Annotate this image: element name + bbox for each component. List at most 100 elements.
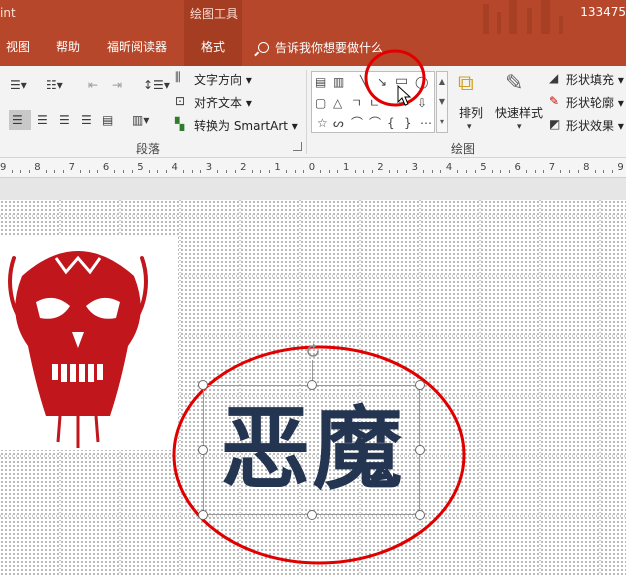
ruler-label: 9 — [617, 162, 624, 173]
arrange-icon[interactable]: ⧉ — [458, 72, 474, 96]
ruler-label: 1 — [274, 162, 281, 173]
horizontal-ruler: 9 8 7 6 5 4 3 2 1 0 1 2 3 4 5 6 7 8 9 — [0, 158, 626, 178]
decrease-indent-icon[interactable]: ⇤ — [88, 78, 98, 92]
slide-main-text[interactable]: 恶魔 — [204, 390, 421, 510]
tab-help[interactable]: 帮助 — [56, 38, 80, 55]
quick-styles-dropdown-icon[interactable]: ▾ — [517, 120, 522, 134]
align-center-icon[interactable]: ☰ — [37, 113, 48, 127]
ruler-label: 6 — [514, 162, 521, 173]
ruler-tick — [28, 170, 30, 173]
resize-handle-top-right[interactable] — [415, 380, 425, 390]
ruler-tick — [440, 170, 442, 173]
ruler-tick — [45, 170, 47, 173]
resize-handle-top-left[interactable] — [198, 380, 208, 390]
text-direction-icon[interactable]: ⫼ — [175, 70, 181, 84]
ruler-tick — [568, 170, 570, 173]
resize-handle-bottom-left[interactable] — [198, 510, 208, 520]
skull-image[interactable] — [0, 236, 178, 450]
rotate-handle-icon[interactable] — [304, 342, 322, 360]
shape-effects-icon[interactable]: ◩ — [549, 117, 560, 131]
resize-handle-middle-right[interactable] — [415, 445, 425, 455]
shape-effects-button[interactable]: 形状效果 ▾ — [566, 117, 624, 134]
ruler-label: 5 — [137, 162, 144, 173]
line-spacing-icon[interactable]: ↕☰▾ — [143, 78, 170, 92]
ruler-tick — [534, 170, 536, 173]
ruler-tick — [526, 170, 528, 173]
star-shape-icon[interactable]: ☆ — [317, 116, 328, 130]
tab-format[interactable]: 格式 — [184, 36, 242, 66]
text-direction-button[interactable]: 文字方向 ▾ — [194, 71, 252, 88]
search-icon — [258, 41, 269, 53]
title-decoration — [475, 0, 575, 34]
quick-styles-icon[interactable]: ✎ — [505, 72, 523, 96]
align-text-button[interactable]: 对齐文本 ▾ — [194, 94, 252, 111]
justify-icon[interactable]: ☰ — [81, 113, 92, 127]
ruler-label: 3 — [205, 162, 213, 173]
tab-view[interactable]: 视图 — [6, 38, 30, 55]
ruler-tick — [225, 170, 227, 173]
smartart-icon[interactable]: ▚ — [175, 117, 184, 131]
slide-gutter — [0, 178, 626, 200]
paragraph-group-label: 段落 — [136, 142, 161, 156]
ruler-tick — [217, 170, 219, 173]
ruler-tick — [500, 170, 502, 173]
annotation-circle-small — [364, 49, 426, 107]
shape-outline-icon[interactable]: ✎ — [549, 94, 559, 108]
freeform-shape-icon[interactable]: ᔕ — [333, 116, 344, 130]
ribbon: ☰▾ ☷▾ ⇤ ⇥ ↕☰▾ ⫼ 文字方向 ▾ ⊡ 对齐文本 ▾ ▚ 转换为 Sm… — [0, 66, 626, 158]
ruler-tick — [594, 170, 596, 173]
align-text-icon[interactable]: ⊡ — [175, 94, 185, 108]
ruler-tick — [406, 170, 408, 173]
ruler-tick — [423, 170, 425, 173]
ruler-tick — [63, 170, 65, 173]
align-right-icon[interactable]: ☰ — [59, 113, 70, 127]
columns-icon[interactable]: ▥▾ — [132, 113, 149, 127]
ruler-label: 5 — [480, 162, 487, 173]
numbering-icon[interactable]: ☷▾ — [46, 78, 63, 92]
ruler-label: 7 — [68, 162, 75, 173]
window-title-fragment: int — [0, 6, 16, 20]
shape-outline-button[interactable]: 形状轮廓 ▾ — [566, 94, 624, 111]
resize-handle-bottom-right[interactable] — [415, 510, 425, 520]
ruler-tick — [560, 170, 562, 173]
ruler-tick — [431, 170, 433, 173]
ruler-label: 1 — [343, 162, 350, 173]
ruler-tick — [320, 170, 322, 173]
increase-indent-icon[interactable]: ⇥ — [112, 78, 122, 92]
triangle-shape-icon[interactable]: △ — [333, 96, 342, 110]
shape-fill-icon[interactable]: ◢ — [549, 71, 558, 85]
ruler-tick — [80, 170, 82, 173]
ruler-tick — [165, 170, 167, 173]
ruler-tick — [457, 170, 459, 173]
ruler-tick — [157, 170, 159, 173]
ruler-tick — [328, 170, 330, 173]
resize-handle-bottom-center[interactable] — [307, 510, 317, 520]
paragraph-launcher-icon[interactable] — [293, 142, 302, 151]
quick-styles-button[interactable]: 快速样式 — [495, 104, 543, 121]
ruler-label: 8 — [583, 162, 590, 173]
ruler-tick — [474, 170, 476, 173]
arrange-dropdown-icon[interactable]: ▾ — [467, 120, 472, 134]
ruler-tick — [611, 170, 613, 173]
align-left-icon[interactable]: ☰ — [9, 110, 31, 130]
textbox-shape-icon[interactable]: ▤ — [315, 75, 326, 89]
ruler-tick — [508, 170, 510, 173]
distributed-icon[interactable]: ▤ — [102, 113, 113, 127]
ruler-tick — [268, 170, 270, 173]
selected-text-box[interactable]: 恶魔 — [203, 385, 420, 515]
ruler-tick — [466, 170, 468, 173]
tab-foxit-reader[interactable]: 福昕阅读器 — [107, 38, 167, 55]
convert-smartart-button[interactable]: 转换为 SmartArt ▾ — [194, 117, 298, 134]
ruler-tick — [337, 170, 339, 173]
arrange-button[interactable]: 排列 — [459, 104, 483, 121]
resize-handle-top-center[interactable] — [307, 380, 317, 390]
shape-fill-button[interactable]: 形状填充 ▾ — [566, 71, 624, 88]
rounded-rect-shape-icon[interactable]: ▢ — [315, 96, 326, 110]
group-separator — [306, 70, 307, 154]
ruler-label: 4 — [445, 162, 453, 173]
vertical-textbox-shape-icon[interactable]: ▥ — [333, 75, 344, 89]
resize-handle-middle-left[interactable] — [198, 445, 208, 455]
ruler-tick — [123, 170, 125, 173]
ruler-tick — [191, 170, 193, 173]
bullets-icon[interactable]: ☰▾ — [10, 78, 27, 92]
